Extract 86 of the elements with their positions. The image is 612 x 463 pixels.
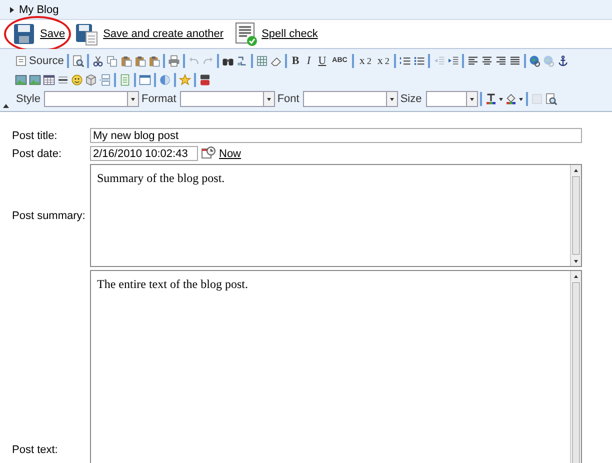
field-label: Post summary: [12, 210, 86, 222]
star-icon [179, 74, 191, 86]
table-button[interactable] [42, 72, 56, 88]
preview-button[interactable] [70, 53, 85, 69]
copy-icon [106, 55, 118, 67]
globe-icon [529, 55, 542, 67]
format-button[interactable]: U [315, 53, 330, 69]
clipboard-icon [120, 55, 132, 67]
date-field[interactable]: 2/16/2010 10:02:43 [90, 146, 198, 161]
redo-arrow-icon [202, 55, 214, 67]
document-icon [15, 55, 27, 67]
printer-icon [168, 55, 180, 67]
text-field[interactable]: My new blog post [90, 128, 582, 143]
format-button[interactable]: B [288, 53, 302, 69]
source-button[interactable]: Source [14, 53, 65, 69]
text-area[interactable]: The entire text of the blog post. [90, 270, 582, 463]
fill-color-button[interactable] [504, 91, 524, 107]
star-button[interactable] [178, 72, 192, 88]
numbered-list-icon [399, 55, 412, 67]
grid-button[interactable] [254, 53, 269, 69]
align-left-icon [467, 55, 480, 67]
scrollbar[interactable] [570, 271, 581, 463]
eraser-icon [270, 55, 282, 67]
document-button[interactable] [118, 72, 132, 88]
smiley-button[interactable] [70, 72, 84, 88]
action-link[interactable]: Spell check [262, 28, 318, 40]
align-right-icon [495, 55, 508, 67]
dropdown-label: Format [141, 93, 176, 105]
anchor-button[interactable] [556, 53, 570, 69]
cube-button[interactable] [84, 72, 98, 88]
dropdown[interactable] [426, 91, 478, 107]
scrollbar[interactable] [570, 165, 581, 266]
text-color-button[interactable] [484, 91, 504, 107]
picture-icon [15, 74, 27, 86]
page-break-icon [99, 74, 111, 86]
section-title: My Blog [19, 4, 59, 16]
scissors-icon [92, 55, 104, 67]
window-icon [139, 74, 151, 86]
expand-arrow-icon[interactable] [10, 6, 14, 12]
magnifier-page-icon [544, 93, 557, 105]
fill-color-icon [504, 93, 517, 105]
window-button[interactable] [138, 72, 152, 88]
dropdown[interactable] [303, 91, 398, 107]
image-button[interactable] [28, 72, 42, 88]
dropdown-label: Style [16, 93, 40, 105]
now-link[interactable]: Now [219, 148, 242, 160]
anchor-icon [557, 55, 570, 67]
magnifier-page-icon [72, 55, 84, 67]
dropdown-label: Font [277, 93, 300, 105]
globe-icon [543, 55, 556, 67]
bulleted-list-icon [413, 55, 426, 67]
action-link[interactable]: Save and create another [103, 28, 224, 40]
globe-button[interactable] [528, 53, 542, 69]
action-link[interactable]: Save [40, 28, 66, 40]
preview-button[interactable] [544, 91, 558, 107]
maximize-icon [530, 93, 543, 105]
cube-icon [85, 74, 97, 86]
text-color-icon [484, 93, 497, 105]
field-label: Post text: [12, 444, 58, 456]
field-label: Post title: [12, 130, 58, 142]
align-center-icon [481, 55, 494, 67]
sphere-icon [159, 74, 171, 86]
picture-icon [29, 74, 41, 86]
justify-icon [509, 55, 522, 67]
sphere-button[interactable] [158, 72, 172, 88]
undo-arrow-icon [188, 55, 200, 67]
page-icon [119, 74, 131, 86]
smiley-icon [71, 74, 83, 86]
clipboard-icon [148, 55, 160, 67]
collapse-arrow-icon[interactable] [3, 104, 9, 108]
page-break-button[interactable] [98, 72, 112, 88]
clipboard-icon [134, 55, 146, 67]
field-label: Post date: [12, 148, 62, 160]
outdent-icon [433, 55, 446, 67]
horizontal-rule-icon [57, 74, 69, 86]
printer-button[interactable] [166, 53, 181, 69]
table-icon [43, 74, 55, 86]
image-button[interactable] [14, 72, 28, 88]
text-area[interactable]: Summary of the blog post. [90, 164, 582, 267]
dropdown-label: Size [400, 93, 422, 105]
caret-icon [498, 98, 503, 100]
caret-icon [518, 98, 523, 100]
indent-icon [447, 55, 460, 67]
format-button[interactable]: I [302, 53, 316, 69]
calendar-clock-icon[interactable] [201, 146, 216, 161]
grid-icon [256, 55, 268, 67]
